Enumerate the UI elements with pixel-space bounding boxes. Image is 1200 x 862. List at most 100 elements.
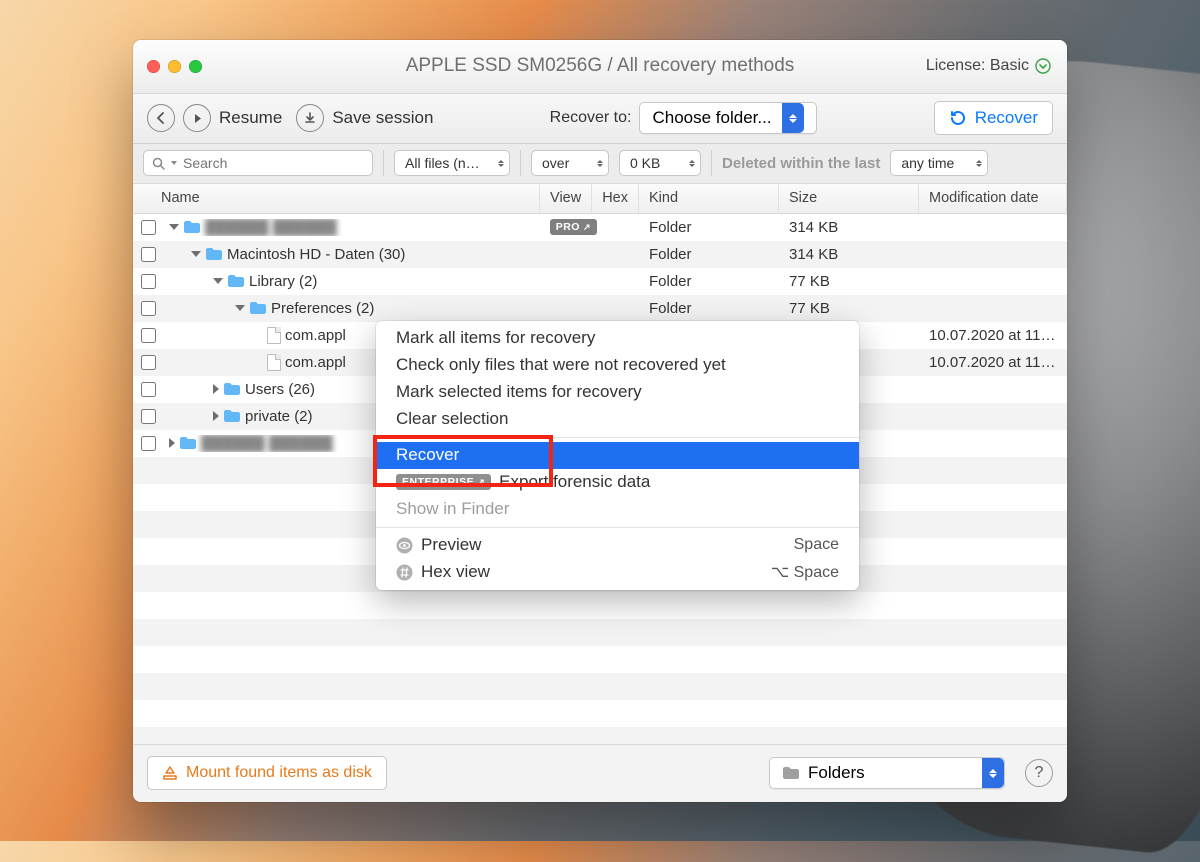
back-button[interactable] [147,104,175,132]
disclosure-down-icon[interactable] [213,278,223,284]
menu-recover[interactable]: Recover [376,442,859,469]
col-hex[interactable]: Hex [592,184,639,213]
search-input[interactable] [183,155,364,171]
disclosure-down-icon[interactable] [169,224,179,230]
folder-icon [223,382,241,396]
empty-row [133,727,1067,744]
close-button[interactable] [147,60,160,73]
shortcut-label: Space [794,536,839,554]
file-icon [267,327,281,344]
menu-hex-view[interactable]: Hex view ⌥ Space [376,559,859,586]
titlebar: APPLE SSD SM0256G / All recovery methods… [133,40,1067,94]
menu-clear-selection[interactable]: Clear selection [376,406,859,433]
disclosure-down-icon[interactable] [235,305,245,311]
recover-to-select[interactable]: Choose folder... [639,102,817,134]
row-checkbox[interactable] [133,355,163,370]
separator [383,150,384,176]
license-label[interactable]: License: Basic [926,57,1051,75]
row-size: 77 KB [779,300,919,317]
disclosure-right-icon[interactable] [169,438,175,448]
row-label: com.appl [285,327,346,344]
select-arrows-icon [982,758,1004,788]
table-row[interactable]: Macintosh HD - Daten (30)Folder314 KB [133,241,1067,268]
menu-separator [376,437,859,438]
row-checkbox[interactable] [133,247,163,262]
recover-button[interactable]: Recover [934,101,1053,135]
disclosure-right-icon[interactable] [213,384,219,394]
save-session-button[interactable] [296,104,324,132]
menu-export-forensic[interactable]: ENTERPRISE Export forensic data [376,469,859,496]
row-checkbox[interactable] [133,301,163,316]
folder-icon [183,220,201,234]
filter-filetype-label: All files (n… [405,155,480,171]
group-by-select[interactable]: Folders [769,757,1005,789]
filter-deleted-label: Deleted within the last [722,155,880,172]
table-header: Name View Hex Kind Size Modification dat… [133,184,1067,214]
table-row[interactable]: Library (2)Folder77 KB [133,268,1067,295]
row-size: 77 KB [779,273,919,290]
filter-filetype[interactable]: All files (n… [394,150,510,176]
row-kind: Folder [639,219,779,236]
search-icon [152,157,165,170]
save-session-label: Save session [332,108,433,128]
row-checkbox[interactable] [133,220,163,235]
menu-mark-selected[interactable]: Mark selected items for recovery [376,379,859,406]
empty-row [133,646,1067,673]
row-checkbox[interactable] [133,436,163,451]
folder-icon [179,436,197,450]
hash-icon [396,564,413,581]
row-size: 314 KB [779,219,919,236]
row-kind: Folder [639,273,779,290]
col-kind[interactable]: Kind [639,184,779,213]
table-row[interactable]: Preferences (2) Folder77 KB [133,295,1067,322]
play-icon [192,113,203,124]
menu-check-not-recovered[interactable]: Check only files that were not recovered… [376,352,859,379]
group-by-value: Folders [808,763,865,783]
col-size[interactable]: Size [779,184,919,213]
folder-icon [205,247,223,261]
row-label: Users (26) [245,381,315,398]
pro-badge[interactable]: PRO [550,219,597,235]
filter-over[interactable]: over [531,150,609,176]
chevron-left-icon [155,112,167,124]
folder-icon [223,409,241,423]
row-label: ██████ ██████ [205,219,337,236]
row-checkbox[interactable] [133,274,163,289]
chevron-down-circle-icon [1035,58,1051,74]
mount-disk-button[interactable]: Mount found items as disk [147,756,387,790]
recover-to-label: Recover to: [550,109,632,127]
col-name[interactable]: Name [133,184,540,213]
disclosure-right-icon[interactable] [213,411,219,421]
empty-row [133,673,1067,700]
license-text: License: Basic [926,57,1029,75]
separator [711,150,712,176]
row-kind: Folder [639,300,779,317]
menu-separator [376,527,859,528]
row-checkbox[interactable] [133,382,163,397]
row-label: Preferences (2) [271,300,374,317]
col-view[interactable]: View [540,184,592,213]
disclosure-down-icon[interactable] [191,251,201,257]
minimize-button[interactable] [168,60,181,73]
folder-icon [227,274,245,288]
row-checkbox[interactable] [133,409,163,424]
refresh-icon [949,109,967,127]
row-checkbox[interactable] [133,328,163,343]
empty-row [133,700,1067,727]
search-field[interactable] [143,150,373,176]
recover-button-label: Recover [975,108,1038,128]
filter-time[interactable]: any time [890,150,988,176]
chevron-down-icon [171,161,177,165]
table-row[interactable]: ██████ ██████ PRO Folder314 KB [133,214,1067,241]
context-menu: Mark all items for recovery Check only f… [376,321,859,590]
row-mod: 10.07.2020 at 11… [919,327,1067,344]
col-mod[interactable]: Modification date [919,184,1067,213]
folder-icon [249,301,267,315]
menu-preview[interactable]: Preview Space [376,532,859,559]
zoom-button[interactable] [189,60,202,73]
help-button[interactable]: ? [1025,759,1053,787]
resume-button[interactable] [183,104,211,132]
menu-mark-all[interactable]: Mark all items for recovery [376,325,859,352]
filter-size[interactable]: 0 KB [619,150,701,176]
row-label: Macintosh HD - Daten (30) [227,246,405,263]
